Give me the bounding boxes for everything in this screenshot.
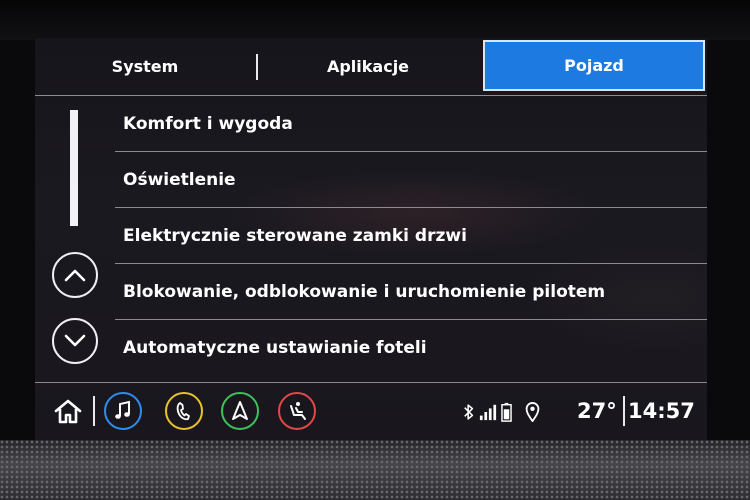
battery-status: [501, 383, 513, 440]
scroll-down-button[interactable]: [52, 318, 98, 364]
tab-vehicle-label: Pojazd: [564, 56, 624, 75]
signal-bars-icon: [479, 404, 497, 420]
tab-vehicle[interactable]: Pojazd: [483, 40, 705, 91]
location-pin-icon: [525, 401, 540, 422]
navigation-arrow-icon: [232, 401, 248, 420]
home-icon: [54, 399, 82, 424]
tab-applications[interactable]: Aplikacje: [257, 38, 479, 95]
infotainment-screen: System Aplikacje Pojazd Komfort i wygoda…: [35, 38, 707, 440]
bluetooth-icon: [464, 403, 474, 420]
menu-item-auto-seat-adjust[interactable]: Automatyczne ustawianie foteli: [115, 320, 707, 376]
chevron-down-icon: [64, 334, 86, 347]
menu-item-lighting[interactable]: Oświetlenie: [115, 152, 707, 208]
menu-item-label: Elektrycznie sterowane zamki drzwi: [123, 226, 467, 246]
tab-system[interactable]: System: [35, 38, 255, 95]
bluetooth-status: [463, 383, 477, 440]
settings-menu-list: Komfort i wygoda Oświetlenie Elektryczni…: [115, 96, 707, 376]
outside-temperature: 27°: [577, 399, 617, 423]
bezel-top: [0, 0, 750, 40]
phone-icon: [176, 402, 190, 421]
chevron-up-icon: [64, 269, 86, 282]
bottom-bar-separator: [93, 396, 95, 426]
scroll-up-button[interactable]: [52, 252, 98, 298]
status-separator: [623, 396, 625, 426]
menu-item-comfort[interactable]: Komfort i wygoda: [115, 96, 707, 152]
menu-item-power-door-locks[interactable]: Elektrycznie sterowane zamki drzwi: [115, 208, 707, 264]
audio-button[interactable]: [104, 392, 142, 430]
scrollbar[interactable]: [70, 110, 78, 226]
bottom-bar: 27° 14:57: [35, 383, 707, 440]
location-status: [525, 383, 541, 440]
navigation-button[interactable]: [221, 392, 259, 430]
bezel-bottom: [0, 440, 750, 500]
clock[interactable]: 14:57: [628, 383, 695, 440]
seat-icon: [290, 402, 306, 420]
menu-item-label: Komfort i wygoda: [123, 114, 293, 134]
tab-applications-label: Aplikacje: [326, 57, 410, 76]
scrollbar-thumb[interactable]: [70, 110, 78, 226]
home-button[interactable]: [53, 398, 83, 424]
signal-status: [479, 383, 499, 440]
menu-item-remote-lock-start[interactable]: Blokowanie, odblokowanie i uruchomienie …: [115, 264, 707, 320]
menu-item-label: Blokowanie, odblokowanie i uruchomienie …: [123, 282, 606, 302]
tab-bar: System Aplikacje Pojazd: [35, 38, 707, 96]
vehicle-settings-button[interactable]: [278, 392, 316, 430]
battery-icon: [501, 402, 512, 422]
menu-item-label: Automatyczne ustawianie foteli: [123, 338, 427, 358]
phone-button[interactable]: [165, 392, 203, 430]
music-note-icon: [115, 400, 130, 419]
tab-system-label: System: [111, 57, 179, 76]
menu-item-label: Oświetlenie: [123, 170, 236, 190]
